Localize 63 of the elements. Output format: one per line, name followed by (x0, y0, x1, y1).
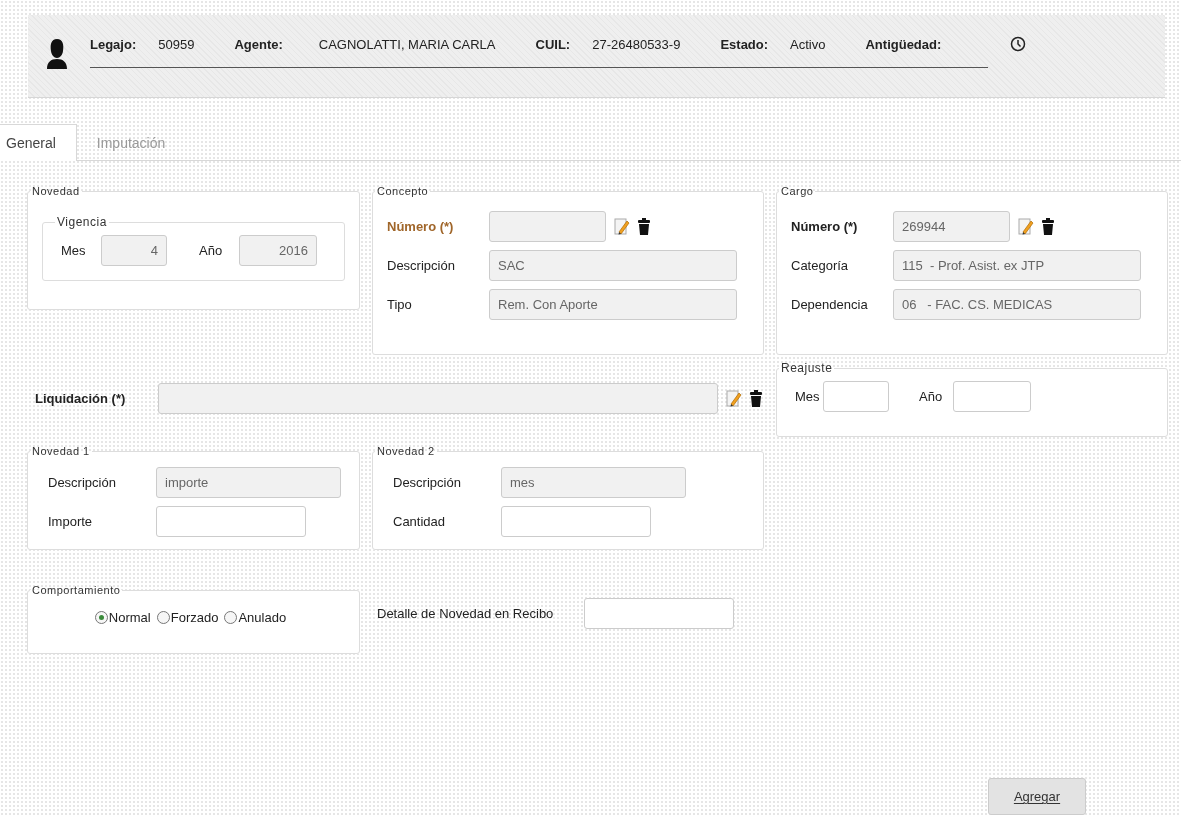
header-value: 27-26480533-9 (592, 36, 681, 52)
panel-title: Reajuste (780, 361, 834, 375)
field-label: Importe (47, 514, 94, 529)
field-label: Liquidación (*) (35, 391, 127, 406)
field-label: Categoría (791, 258, 850, 273)
panel-title: Novedad 1 (31, 445, 91, 457)
radio-option[interactable]: Anulado (224, 610, 287, 625)
clock-icon[interactable] (1010, 36, 1026, 52)
field-label: Año (199, 243, 224, 258)
radio-option[interactable]: Normal (94, 610, 151, 625)
field-label: Número (*) (387, 219, 455, 234)
add-button[interactable]: Agregar (988, 778, 1086, 815)
tab[interactable]: Imputación (76, 124, 187, 161)
radio-icon[interactable] (94, 611, 108, 624)
header-label: Antigüedad: (865, 36, 942, 52)
header-label: Agente: (234, 36, 283, 52)
pencil-icon (614, 217, 630, 236)
text-field[interactable] (501, 506, 651, 537)
header-value: 50959 (158, 36, 195, 52)
pencil-icon (726, 389, 742, 408)
field-label: Tipo (387, 297, 413, 312)
header-value: CAGNOLATTI, MARIA CARLA (318, 36, 496, 52)
edit-button[interactable] (726, 389, 742, 408)
field-label: Descripción (392, 475, 462, 490)
panel-title: Comportamiento (31, 584, 122, 596)
delete-button[interactable] (638, 217, 650, 236)
header-label: Estado: (720, 36, 769, 52)
trash-icon (638, 217, 650, 235)
field-label: Descripción (387, 258, 456, 273)
panel-title: Novedad (31, 185, 81, 197)
option-label: Anulado (238, 610, 287, 625)
panel-title: Cargo (780, 185, 815, 197)
panel-title: Vigencia (56, 215, 108, 229)
field-label: Dependencia (791, 297, 869, 312)
text-field[interactable] (584, 598, 734, 629)
pencil-icon (1018, 217, 1034, 236)
text-field[interactable] (156, 506, 306, 537)
trash-icon (1042, 217, 1054, 235)
tab[interactable]: General (0, 124, 77, 161)
header-label: Legajo: (90, 36, 137, 52)
text-field[interactable] (823, 381, 889, 412)
panel-title: Novedad 2 (376, 445, 436, 457)
person-icon (46, 37, 68, 71)
edit-button[interactable] (1018, 217, 1034, 236)
header-label: CUIL: (535, 36, 571, 52)
radio-icon[interactable] (224, 611, 238, 624)
option-label: Forzado (170, 610, 219, 625)
field-label: Año (919, 389, 944, 404)
edit-button[interactable] (614, 217, 630, 236)
text-field[interactable] (953, 381, 1031, 412)
header-value: Activo (790, 36, 826, 52)
delete-button[interactable] (750, 389, 762, 408)
field-label: Cantidad (392, 514, 447, 529)
field-label: Detalle de Novedad en Recibo (377, 606, 555, 621)
field-label: Número (*) (791, 219, 859, 234)
delete-button[interactable] (1042, 217, 1054, 236)
panel-title: Concepto (376, 185, 430, 197)
radio-option[interactable]: Forzado (156, 610, 219, 625)
radio-icon[interactable] (156, 611, 170, 624)
option-label: Normal (108, 610, 151, 625)
trash-icon (750, 389, 762, 407)
field-label: Mes (61, 243, 87, 258)
field-label: Descripción (47, 475, 117, 490)
